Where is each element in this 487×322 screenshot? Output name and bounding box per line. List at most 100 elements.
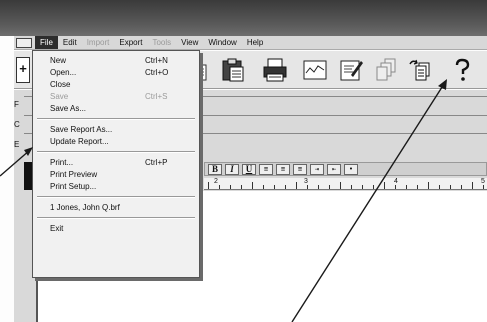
ruler-tick [241, 185, 242, 189]
paste-button[interactable] [217, 55, 249, 85]
file-menu-item[interactable]: Save As... [50, 103, 190, 115]
ruler-tick [318, 185, 319, 189]
ruler-tick [439, 185, 440, 189]
file-menu-item-label: Save Report As... [50, 125, 113, 134]
italic-button[interactable]: I [225, 163, 239, 175]
help-icon [455, 58, 470, 81]
ruler-tick [384, 182, 385, 189]
menu-separator [37, 151, 195, 153]
system-menu-icon[interactable] [16, 37, 32, 48]
ruler-tick [472, 182, 473, 189]
file-menu-item-label: Save As... [50, 104, 87, 113]
file-menu-item-label: Exit [50, 224, 64, 233]
ruler-tick [307, 185, 308, 189]
bold-button[interactable]: B [208, 163, 222, 175]
edit-report-icon [340, 60, 363, 81]
ruler-tick [450, 185, 451, 189]
ruler-tick [362, 185, 363, 189]
file-menu-item-label: Print Setup... [50, 182, 97, 191]
file-menu-item[interactable]: Close [50, 79, 190, 91]
file-menu-item-label: 1 Jones, John Q.brf [50, 203, 120, 212]
print-button[interactable] [259, 55, 291, 85]
file-menu-item-label: Update Report... [50, 137, 109, 146]
menu-separator [37, 217, 195, 219]
ruler-tick [373, 185, 374, 189]
ruler-tick [263, 185, 264, 189]
file-menu-item[interactable]: Update Report... [50, 136, 190, 148]
menu-separator [37, 118, 195, 120]
file-menu-item-shortcut: Ctrl+P [145, 158, 168, 167]
ruler-number: 3 [304, 178, 308, 185]
align-left-icon[interactable]: ≡ [259, 163, 273, 175]
ruler-tick [285, 185, 286, 189]
update-report-button[interactable] [404, 55, 436, 85]
ruler-tick [351, 185, 352, 189]
ruler-tick [296, 182, 297, 189]
align-center-icon[interactable]: ≡ [276, 163, 290, 175]
menu-window[interactable]: Window [203, 36, 241, 49]
file-menu-item-label: Print Preview [50, 170, 98, 179]
ruler-tick [230, 185, 231, 189]
ruler-number: 2 [214, 178, 218, 185]
ruler-tick [461, 185, 462, 189]
file-menu-item-label: New [50, 56, 67, 65]
side-tab-e[interactable]: E [14, 140, 22, 150]
print-icon [263, 58, 287, 82]
file-menu-item[interactable]: Open... Ctrl+O [50, 67, 190, 79]
file-menu-item-label: Close [50, 80, 71, 89]
file-menu-item[interactable]: Print... Ctrl+P [50, 157, 190, 169]
menu-export[interactable]: Export [114, 36, 147, 49]
file-menu-item[interactable]: Save Report As... [50, 124, 190, 136]
ruler-tick [219, 185, 220, 189]
file-menu-item-label: Save [50, 92, 69, 101]
ruler[interactable]: 2 3 4 5 [204, 178, 487, 190]
menu-help[interactable]: Help [242, 36, 268, 49]
file-menu-item[interactable]: New Ctrl+N [50, 55, 190, 67]
indent-decrease-icon[interactable]: ⇤ [327, 163, 341, 175]
file-menu-item[interactable]: 1 Jones, John Q.brf [50, 202, 190, 214]
ruler-tick [340, 182, 341, 189]
ruler-tick [274, 185, 275, 189]
help-button[interactable] [446, 55, 478, 85]
ruler-tick [483, 185, 484, 189]
side-tab-c[interactable]: C [14, 120, 22, 130]
underline-button[interactable]: U [242, 163, 256, 175]
bullets-icon[interactable]: • [344, 163, 358, 175]
file-menu-item[interactable]: Print Preview [50, 169, 190, 181]
menu-view[interactable]: View [176, 36, 203, 49]
menu-tools[interactable]: Tools [147, 36, 176, 49]
title-bar [0, 0, 487, 36]
ruler-tick [329, 185, 330, 189]
menu-edit[interactable]: Edit [58, 36, 82, 49]
ruler-number: 4 [394, 178, 398, 185]
ruler-tick [252, 182, 253, 189]
stack-button[interactable] [370, 55, 402, 85]
application-window: File Edit Import Export Tools View Windo… [0, 0, 487, 322]
ruler-tick [417, 185, 418, 189]
format-toolbar: B I U ≡ ≡ ≡ ⇥ ⇤ • [204, 162, 487, 176]
side-tab-f[interactable]: F [14, 100, 22, 110]
ruler-tick [428, 182, 429, 189]
file-menu-item-shortcut: Ctrl+S [145, 92, 168, 101]
update-report-icon [409, 59, 430, 81]
menu-file[interactable]: File [35, 36, 58, 49]
new-button[interactable]: + [16, 57, 30, 83]
chart-button[interactable] [299, 55, 331, 85]
ruler-tick [208, 182, 209, 189]
menu-separator [37, 196, 195, 198]
file-menu-item[interactable]: Exit [50, 223, 190, 235]
edit-report-button[interactable] [335, 55, 367, 85]
indent-increase-icon[interactable]: ⇥ [310, 163, 324, 175]
menu-import[interactable]: Import [82, 36, 115, 49]
ruler-tick [395, 185, 396, 189]
menu-bar: File Edit Import Export Tools View Windo… [14, 36, 487, 50]
ruler-number: 5 [481, 178, 485, 185]
file-menu-item-label: Open... [50, 68, 77, 77]
chart-icon [303, 60, 327, 80]
file-menu-dropdown: New Ctrl+N Open... Ctrl+O Close Save Ctrl+S Sav… [32, 50, 200, 278]
file-menu-item[interactable]: Print Setup... [50, 181, 190, 193]
align-right-icon[interactable]: ≡ [293, 163, 307, 175]
file-menu-item[interactable]: Save Ctrl+S [50, 91, 190, 103]
file-menu-item-shortcut: Ctrl+O [145, 68, 169, 77]
file-menu-item-shortcut: Ctrl+N [145, 56, 168, 65]
